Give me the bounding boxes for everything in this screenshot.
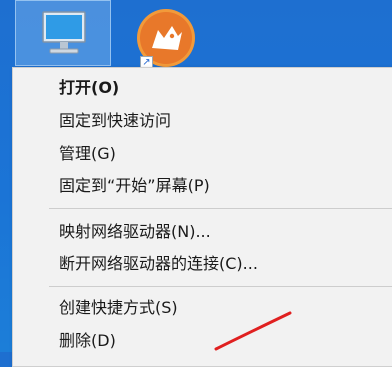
menu-item-manage[interactable]: 管理(G) xyxy=(13,140,392,168)
annotation-arrow-icon xyxy=(214,311,292,351)
computer-monitor-icon xyxy=(42,11,86,54)
menu-item-pin-start[interactable]: 固定到“开始”屏幕(P) xyxy=(13,172,392,200)
menu-item-disconnect-network-drive[interactable]: 断开网络驱动器的连接(C)... xyxy=(13,250,392,278)
menu-item-open[interactable]: 打开(O) xyxy=(13,74,392,102)
context-menu: 打开(O) 固定到快速访问 管理(G) 固定到“开始”屏幕(P) 映射网络驱动器… xyxy=(12,67,392,367)
menu-item-create-shortcut[interactable]: 创建快捷方式(S) xyxy=(13,294,392,322)
menu-separator xyxy=(49,208,392,209)
menu-item-map-network-drive[interactable]: 映射网络驱动器(N)... xyxy=(13,218,392,246)
this-pc-desktop-icon[interactable] xyxy=(15,0,111,66)
browser-desktop-icon[interactable]: ↗ xyxy=(128,8,204,69)
menu-item-pin-quick-access[interactable]: 固定到快速访问 xyxy=(13,107,392,135)
menu-item-delete[interactable]: 删除(D) xyxy=(13,327,392,355)
menu-separator xyxy=(49,286,392,287)
